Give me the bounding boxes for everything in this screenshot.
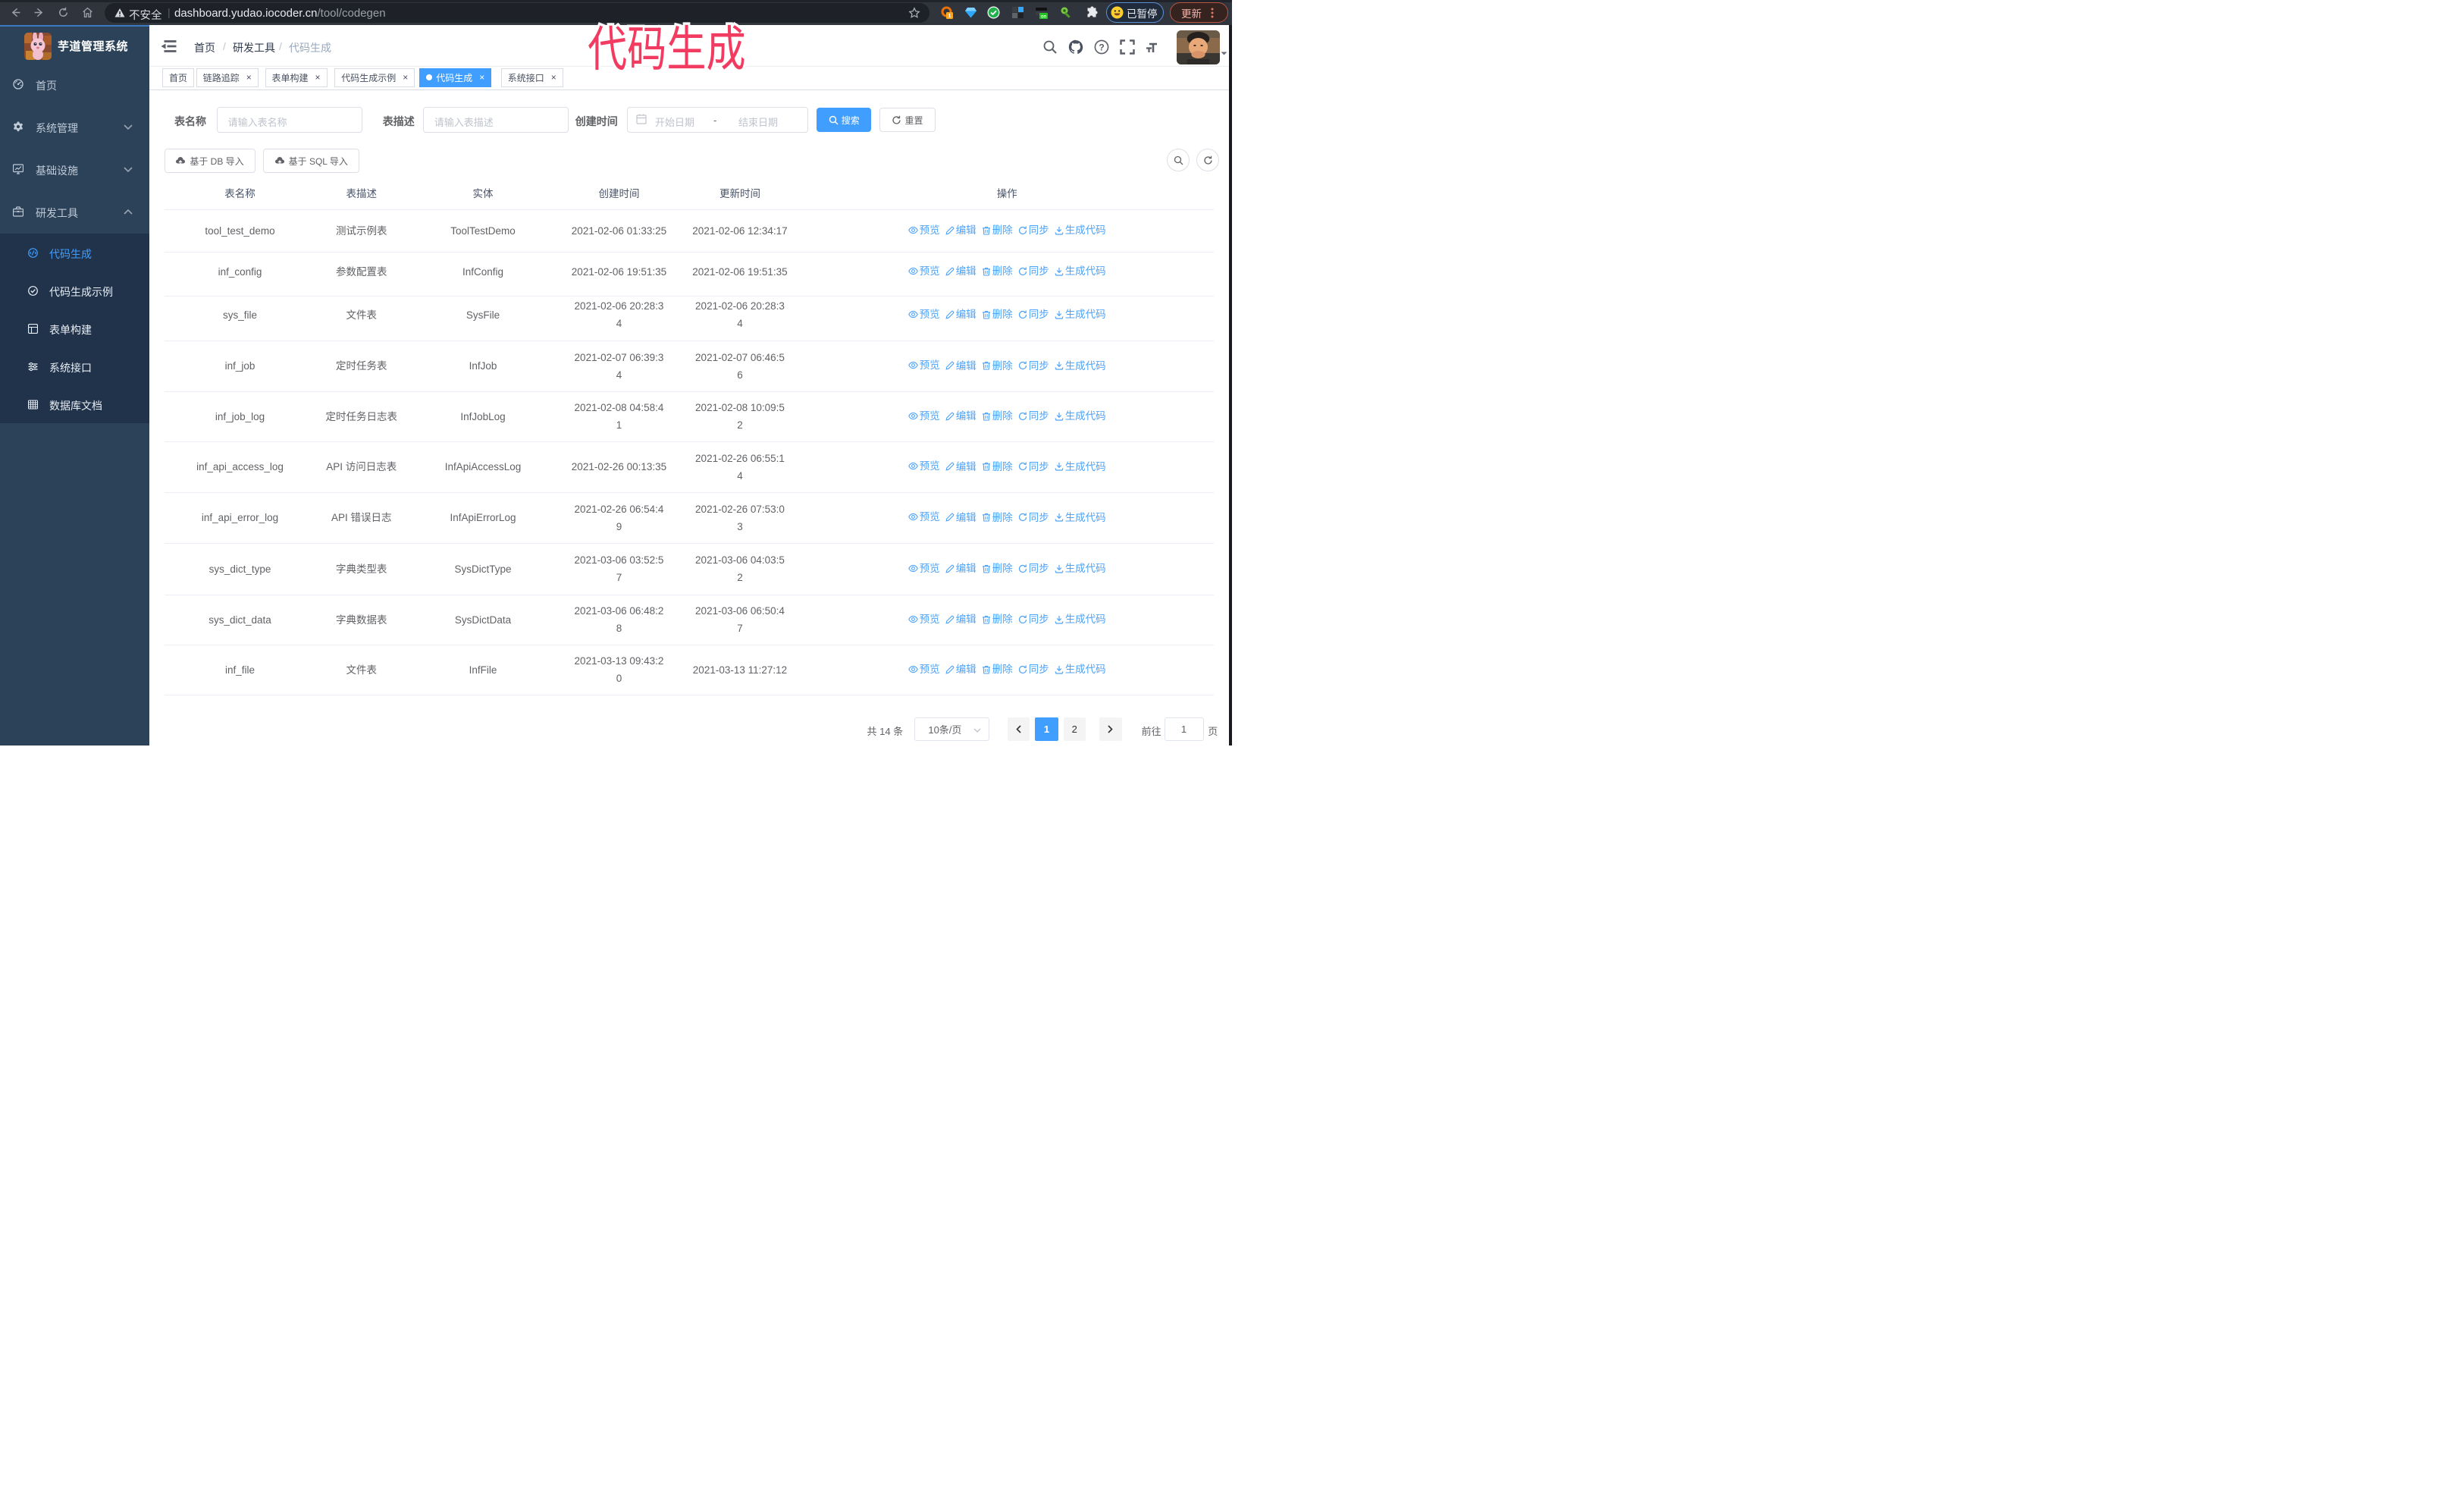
svg-text:1: 1 <box>948 14 951 19</box>
svg-text:on: on <box>1041 15 1047 20</box>
svg-text:?: ? <box>1099 42 1104 53</box>
